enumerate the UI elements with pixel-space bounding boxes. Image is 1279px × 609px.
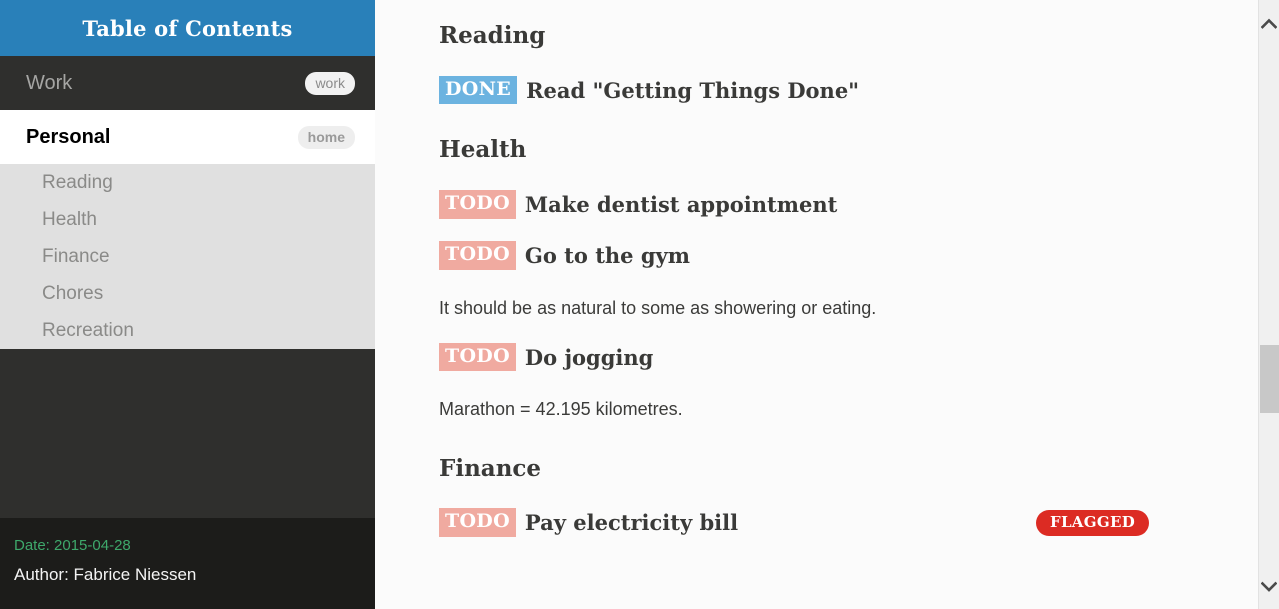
sidebar-item-work[interactable]: Work work (0, 56, 375, 110)
sidebar-item-label: Finance (42, 245, 110, 267)
status-badge-todo[interactable]: TODO (439, 508, 516, 538)
toc-list: Work work Personal home Reading Health F… (0, 56, 375, 349)
status-badge-todo[interactable]: TODO (439, 240, 516, 270)
toc-header-title: Table of Contents (82, 15, 293, 41)
sidebar-item-label: Recreation (42, 319, 134, 341)
task-note-gym: It should be as natural to some as showe… (439, 297, 877, 318)
task-item-electricity-bill[interactable]: TODO Pay electricity bill FLAGGED (439, 508, 1219, 538)
sidebar-tag-work[interactable]: work (305, 71, 355, 95)
table-of-contents-sidebar: Table of Contents Work work Personal hom… (0, 0, 375, 609)
task-title: Pay electricity bill (524, 510, 739, 536)
sidebar-item-label: Health (42, 208, 97, 230)
task-note-jogging: Marathon = 42.195 kilometres. (439, 399, 683, 420)
document-body: Reading DONE Read "Getting Things Done" … (439, 0, 1279, 538)
task-left: DONE Read "Getting Things Done" (439, 75, 860, 105)
section-heading-finance: Finance (439, 454, 542, 482)
toc-header: Table of Contents (0, 0, 375, 56)
task-tag-flagged[interactable]: FLAGGED (1036, 509, 1149, 536)
sidebar-item-label: Work (26, 71, 73, 94)
document-content: Reading DONE Read "Getting Things Done" … (375, 0, 1279, 609)
status-badge-todo[interactable]: TODO (439, 190, 516, 219)
task-title: Make dentist appointment (524, 191, 838, 217)
sidebar-item-finance[interactable]: Finance (0, 238, 375, 275)
vertical-scrollbar[interactable] (1258, 0, 1279, 609)
scrollbar-thumb[interactable] (1260, 345, 1279, 413)
sidebar-item-label: Reading (42, 171, 113, 193)
task-left: TODO Do jogging (439, 342, 654, 372)
sidebar-item-label: Chores (42, 282, 104, 304)
document-date: Date: 2015-04-28 (14, 536, 131, 554)
task-item-dentist[interactable]: TODO Make dentist appointment (439, 190, 1219, 219)
sidebar-empty-space (0, 349, 375, 518)
sidebar-item-recreation[interactable]: Recreation (0, 312, 375, 349)
task-title: Go to the gym (524, 242, 690, 268)
document-author: Author: Fabrice Niessen (14, 565, 197, 585)
app-root: Table of Contents Work work Personal hom… (0, 0, 1279, 609)
sidebar-item-label: Personal (26, 125, 111, 148)
sidebar-item-reading[interactable]: Reading (0, 164, 375, 201)
sidebar-tag-home[interactable]: home (297, 125, 355, 149)
task-left: TODO Go to the gym (439, 240, 690, 270)
sidebar-item-personal[interactable]: Personal home (0, 110, 375, 164)
section-heading-health: Health (439, 136, 527, 164)
task-item-read-gtd[interactable]: DONE Read "Getting Things Done" (439, 75, 1219, 105)
chevron-down-icon[interactable] (1259, 571, 1279, 601)
status-badge-todo[interactable]: TODO (439, 342, 516, 372)
chevron-up-icon[interactable] (1259, 8, 1279, 38)
task-left: TODO Make dentist appointment (439, 190, 837, 219)
sidebar-item-chores[interactable]: Chores (0, 275, 375, 312)
task-title: Read "Getting Things Done" (526, 77, 860, 103)
status-badge-done[interactable]: DONE (439, 75, 518, 105)
sidebar-footer: Date: 2015-04-28 Author: Fabrice Niessen (0, 517, 375, 609)
task-item-gym[interactable]: TODO Go to the gym (439, 240, 1219, 270)
task-left: TODO Pay electricity bill (439, 508, 739, 538)
task-title: Do jogging (524, 344, 654, 370)
sidebar-item-health[interactable]: Health (0, 201, 375, 238)
task-item-jogging[interactable]: TODO Do jogging (439, 342, 1219, 372)
section-heading-reading: Reading (439, 22, 546, 49)
